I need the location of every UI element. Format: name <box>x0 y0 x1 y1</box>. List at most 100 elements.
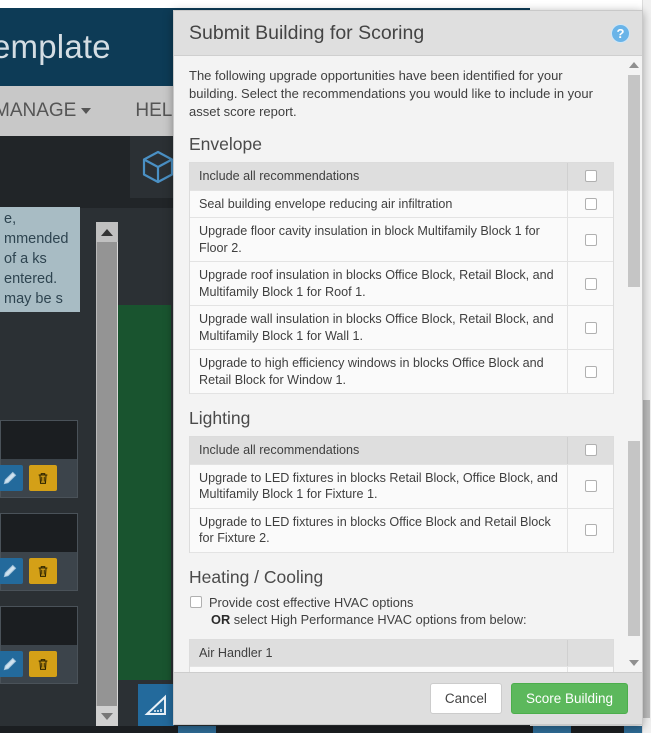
green-panel <box>118 305 171 680</box>
row-control <box>567 218 613 261</box>
modal-scroll-up-button[interactable] <box>626 58 642 72</box>
envelope-options-table: Include all recommendations Seal buildin… <box>189 162 614 394</box>
delete-button[interactable] <box>29 558 57 584</box>
lighting-options-table: Include all recommendations Upgrade to L… <box>189 436 614 553</box>
checkbox-lighting-1[interactable] <box>584 480 597 492</box>
workspace-scroll-down-button[interactable] <box>96 706 118 726</box>
checkbox-envelope-1[interactable] <box>584 197 597 210</box>
pencil-icon <box>3 657 16 670</box>
checkbox-envelope-4[interactable] <box>584 321 597 334</box>
row-control <box>567 667 613 672</box>
pencil-icon <box>3 471 16 484</box>
object-card-header <box>1 607 77 645</box>
submit-building-modal: Submit Building for Scoring ? The follow… <box>173 10 643 725</box>
caret-down-icon <box>81 108 92 114</box>
row-label: Upgrade to high efficiency windows in bl… <box>199 356 544 387</box>
row-control <box>567 262 613 305</box>
edit-button[interactable] <box>0 558 23 584</box>
footer-tab[interactable] <box>533 726 571 733</box>
row-control <box>567 306 613 349</box>
modal-scrollbar-track[interactable] <box>626 56 642 672</box>
row-label: Upgrade to LED fixtures in blocks Retail… <box>199 470 558 502</box>
row-control <box>567 508 613 552</box>
modal-title: Submit Building for Scoring <box>189 21 425 44</box>
cube-icon <box>142 150 174 184</box>
edit-button[interactable] <box>0 465 23 491</box>
row-label: Include all recommendations <box>199 169 360 183</box>
cancel-button[interactable]: Cancel <box>429 683 502 714</box>
triangle-down-icon <box>101 712 113 720</box>
table-row[interactable]: Upgrade wall insulation in blocks Office… <box>190 306 613 350</box>
section-title-envelope: Envelope <box>189 134 262 154</box>
modal-scrollbar-thumb-secondary[interactable] <box>628 441 640 636</box>
checkbox-include-all-envelope[interactable] <box>584 170 597 183</box>
ruler-triangle-icon <box>144 694 166 715</box>
checkbox-envelope-2[interactable] <box>584 233 597 246</box>
info-panel-text: e, mmended of a ks entered. may be s nee… <box>4 211 69 312</box>
object-card-actions <box>0 459 77 497</box>
row-label: Upgrade to LED fixtures in blocks Office… <box>199 514 551 546</box>
modal-intro-text: The following upgrade opportunities have… <box>189 68 593 119</box>
row-label: Upgrade floor cavity insulation in block… <box>199 224 540 255</box>
checkbox-lighting-2[interactable] <box>584 524 597 536</box>
row-label: Upgrade roof insulation in blocks Office… <box>199 268 554 299</box>
table-row[interactable]: Include all recommendations <box>190 163 613 191</box>
cost-effective-hvac-label: Provide cost effective HVAC options <box>209 594 414 610</box>
object-card-actions <box>0 645 77 683</box>
cost-effective-hvac-row[interactable]: Provide cost effective HVAC options <box>190 595 614 610</box>
object-card-header <box>1 514 77 552</box>
page-scrollbar-track[interactable] <box>642 0 651 733</box>
trash-icon <box>38 472 48 484</box>
modal-footer: Cancel Score Building <box>174 672 642 724</box>
workspace-scrollbar-thumb[interactable] <box>97 240 117 706</box>
row-label: Replace HVAC with a VRF and a DOAS in bl… <box>190 667 567 672</box>
object-card-actions <box>0 552 77 590</box>
delete-button[interactable] <box>29 651 57 677</box>
menu-item-manage[interactable]: MANAGE <box>0 100 92 122</box>
workspace-scroll-up-button[interactable] <box>96 222 118 242</box>
row-label: Include all recommendations <box>199 443 360 457</box>
table-row[interactable]: Replace HVAC with a VRF and a DOAS in bl… <box>190 667 613 672</box>
checkbox-envelope-5[interactable] <box>584 365 597 378</box>
table-row[interactable]: Upgrade to LED fixtures in blocks Office… <box>190 508 613 553</box>
checkbox-cost-effective-hvac[interactable] <box>190 596 202 608</box>
hvac-options-table: Air Handler 1 Replace HVAC with a VRF an… <box>189 638 614 672</box>
table-row[interactable]: Upgrade roof insulation in blocks Office… <box>190 262 613 306</box>
object-card-header <box>1 421 77 459</box>
section-title-heating-cooling: Heating / Cooling <box>189 566 324 587</box>
object-card[interactable] <box>0 606 78 684</box>
page-scrollbar-thumb[interactable] <box>643 400 650 718</box>
object-card-list <box>0 420 80 699</box>
hvac-or-suffix: select High Performance HVAC options fro… <box>230 611 527 627</box>
air-handler-group-label: Air Handler 1 <box>199 645 273 660</box>
checkbox-include-all-lighting[interactable] <box>584 444 597 457</box>
row-control <box>567 639 613 666</box>
triangle-up-icon <box>629 62 639 68</box>
row-control <box>567 464 613 508</box>
app-title: emplate <box>0 28 111 65</box>
edit-button[interactable] <box>0 651 23 677</box>
menu-item-manage-label: MANAGE <box>0 100 77 121</box>
measure-tool-button[interactable] <box>138 684 174 726</box>
table-row[interactable]: Upgrade floor cavity insulation in block… <box>190 218 613 262</box>
delete-button[interactable] <box>29 465 57 491</box>
object-card[interactable] <box>0 420 78 498</box>
table-row[interactable]: Seal building envelope reducing air infi… <box>190 190 613 218</box>
trash-icon <box>38 565 48 577</box>
checkbox-envelope-3[interactable] <box>584 277 597 290</box>
table-row[interactable]: Include all recommendations <box>190 437 613 465</box>
table-row[interactable]: Upgrade to LED fixtures in blocks Retail… <box>190 464 613 509</box>
footer-tab[interactable] <box>178 726 216 733</box>
table-row: Air Handler 1 <box>190 639 613 667</box>
row-control <box>567 190 613 217</box>
info-panel: e, mmended of a ks entered. may be s nee… <box>0 207 80 312</box>
trash-icon <box>38 658 48 670</box>
help-icon[interactable]: ? <box>611 23 630 43</box>
score-building-button[interactable]: Score Building <box>510 683 628 714</box>
modal-scrollbar-thumb[interactable] <box>628 75 640 287</box>
modal-scroll-down-button[interactable] <box>626 656 642 670</box>
hvac-or-prefix: OR <box>211 611 231 627</box>
object-card[interactable] <box>0 513 78 591</box>
table-row[interactable]: Upgrade to high efficiency windows in bl… <box>190 350 613 394</box>
triangle-up-icon <box>101 228 113 236</box>
